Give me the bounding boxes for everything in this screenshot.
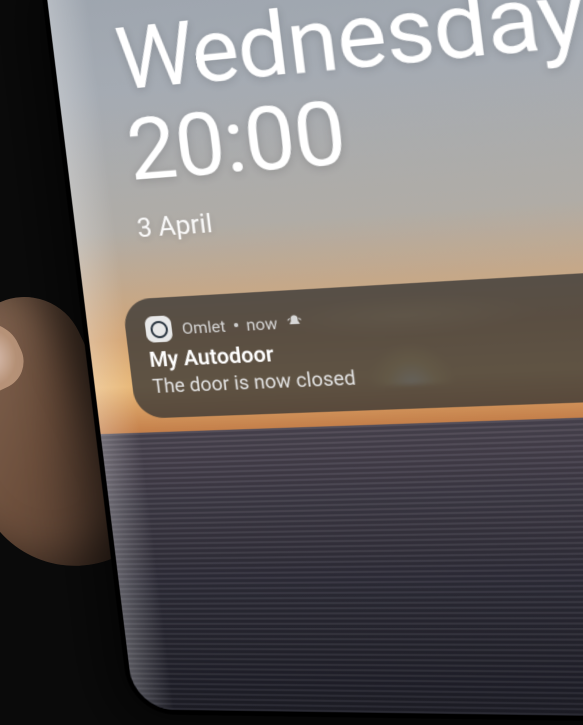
notification-card[interactable]: Omlet now My Autodoor The door is now cl… [122, 270, 583, 419]
lockscreen[interactable]: SM Wednesday 20:00 3 April Omle [40, 0, 583, 719]
separator-dot-icon [233, 323, 238, 327]
wallpaper-sea [101, 411, 583, 719]
notification-app-name: Omlet [181, 316, 227, 338]
omlet-logo-ring-icon [149, 320, 168, 338]
notification-timestamp: now [245, 313, 279, 334]
lockscreen-datetime: Wednesday 20:00 3 April [111, 0, 583, 245]
app-icon-omlet [144, 315, 173, 343]
phone-frame: SM Wednesday 20:00 3 April Omle [35, 0, 583, 725]
notification-meta: Omlet now [181, 312, 304, 338]
photo-scene: SM Wednesday 20:00 3 April Omle [0, 0, 583, 618]
bell-icon [285, 313, 304, 330]
